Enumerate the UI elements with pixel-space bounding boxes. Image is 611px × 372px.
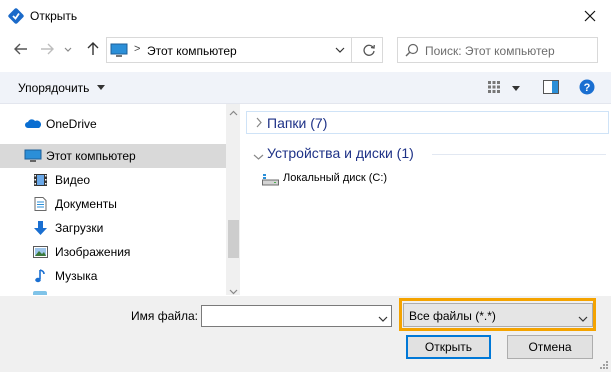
- back-button[interactable]: [12, 41, 30, 59]
- video-icon: [34, 174, 47, 186]
- sidebar-item-label: Музыка: [55, 269, 98, 283]
- organize-button[interactable]: Упорядочить: [18, 81, 106, 95]
- chevron-down-icon: [229, 289, 238, 295]
- group-header-folders: Папки (7): [267, 115, 328, 131]
- download-icon: [34, 221, 47, 235]
- scroll-up-arrow[interactable]: [229, 106, 238, 120]
- help-button[interactable]: ?: [579, 79, 595, 98]
- preview-pane-button[interactable]: [543, 80, 559, 97]
- caret-down-icon: [96, 85, 105, 90]
- chevron-right-icon: [256, 117, 262, 128]
- close-button[interactable]: [578, 6, 602, 26]
- grid-view-icon: [488, 81, 500, 93]
- preview-pane-icon: [543, 80, 559, 94]
- address-separator: >: [134, 43, 141, 55]
- drive-item-c[interactable]: Локальный диск (C:): [262, 170, 412, 188]
- chevron-down-icon: [378, 316, 388, 322]
- filename-input[interactable]: [201, 305, 392, 327]
- view-dropdown-button[interactable]: [512, 82, 521, 96]
- chevron-down-icon: [253, 154, 264, 160]
- arrow-left-icon: [14, 43, 27, 55]
- computer-icon: [24, 149, 42, 162]
- partial-item-icon: [33, 291, 47, 295]
- sidebar-item-this-pc[interactable]: Этот компьютер: [0, 144, 226, 168]
- music-icon: [35, 269, 45, 283]
- refresh-button[interactable]: [361, 42, 377, 61]
- sidebar-item-documents[interactable]: Документы: [0, 192, 226, 216]
- refresh-icon: [363, 44, 375, 56]
- drive-label: Локальный диск (C:): [283, 172, 388, 184]
- highlight-frame: [399, 298, 596, 331]
- sidebar-item-music[interactable]: Музыка: [0, 264, 226, 288]
- sidebar-item-label: Этот компьютер: [46, 149, 136, 163]
- svg-text:?: ?: [584, 82, 591, 94]
- sidebar-item-label: Видео: [55, 173, 91, 187]
- cloud-icon: [25, 119, 42, 128]
- sidebar-item-label: OneDrive: [46, 117, 97, 131]
- sidebar-item-pictures[interactable]: Изображения: [0, 240, 226, 264]
- address-dropdown-button[interactable]: [335, 44, 345, 58]
- organize-label: Упорядочить: [18, 81, 90, 95]
- arrow-right-icon: [41, 43, 54, 55]
- view-options-button[interactable]: [487, 80, 501, 97]
- search-icon: [405, 43, 419, 57]
- collapse-devices-button[interactable]: [253, 150, 264, 164]
- caret-down-icon: [512, 86, 520, 91]
- sidebar-item-downloads[interactable]: Загрузки: [0, 216, 226, 240]
- sidebar-item-label: Изображения: [55, 245, 131, 259]
- hard-drive-icon: [262, 174, 279, 186]
- filename-label: Имя файла:: [131, 309, 198, 323]
- sidebar-item-video[interactable]: Видео: [0, 168, 226, 192]
- sidebar-item-label: Загрузки: [55, 221, 104, 235]
- expand-folders-button[interactable]: [255, 117, 263, 131]
- document-icon: [34, 197, 47, 211]
- scrollbar-thumb[interactable]: [228, 220, 239, 258]
- up-button[interactable]: [84, 41, 102, 59]
- title-bar: Открыть: [0, 0, 611, 32]
- window-title: Открыть: [30, 9, 78, 23]
- computer-icon: [110, 43, 128, 57]
- forward-button[interactable]: [38, 41, 56, 59]
- open-button[interactable]: Открыть: [406, 335, 491, 359]
- recent-locations-button[interactable]: [62, 41, 74, 59]
- filename-dropdown-button[interactable]: [378, 312, 388, 326]
- close-icon: [584, 10, 596, 22]
- arrow-up-icon: [87, 42, 99, 55]
- help-icon: ?: [579, 79, 595, 95]
- search-placeholder: Поиск: Этот компьютер: [425, 44, 555, 58]
- navigation-scrollbar[interactable]: [226, 104, 240, 295]
- image-icon: [33, 246, 48, 258]
- chevron-down-icon: [335, 47, 345, 53]
- group-header-devices: Устройства и диски (1): [267, 145, 414, 161]
- sidebar-item-onedrive[interactable]: OneDrive: [0, 112, 226, 136]
- cancel-button[interactable]: Отмена: [507, 335, 593, 359]
- sidebar-item-label: Документы: [55, 197, 117, 211]
- chevron-up-icon: [229, 110, 238, 116]
- group-divider: [432, 154, 606, 155]
- address-location[interactable]: Этот компьютер: [147, 44, 237, 58]
- resize-grip-icon[interactable]: [598, 359, 609, 370]
- chevron-down-icon: [64, 47, 72, 52]
- address-divider: [351, 37, 352, 63]
- app-icon: [8, 8, 24, 24]
